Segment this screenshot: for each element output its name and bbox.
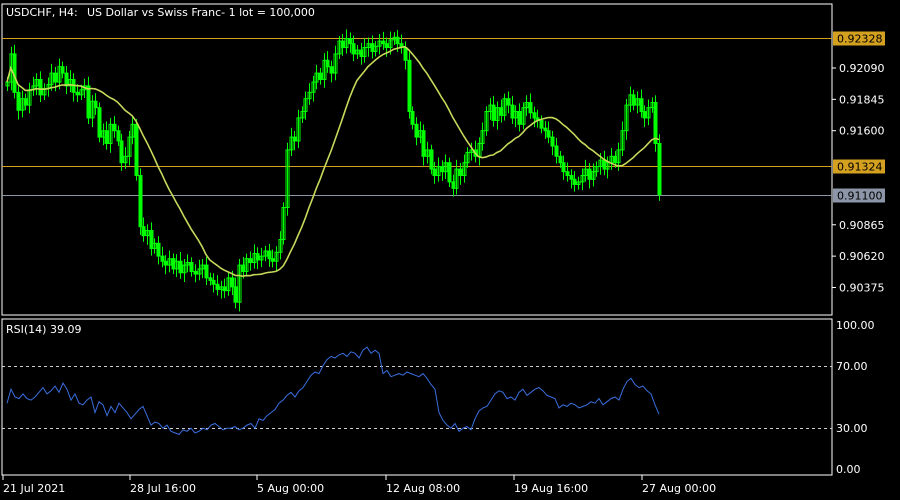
price-ytick-label: 0.90620 [839,250,885,263]
candle-body [222,286,227,292]
candle-body [119,140,124,164]
rsi-ytick-label: 100.00 [836,319,875,332]
candle-body [193,270,198,275]
candle-body [639,98,644,113]
candle-body [558,155,563,164]
candle-body [255,253,260,261]
candle-body [156,242,161,257]
candle-body [75,91,80,96]
candle-body [587,168,592,180]
candle-body [138,174,143,228]
candle-body [506,98,511,106]
candle-body [569,174,574,180]
candle-body [64,72,69,87]
rsi-ytick-label: 70.00 [836,360,868,373]
rsi-title: RSI(14) 39.09 [6,323,81,336]
chart-header-description: US Dollar vs Swiss Franc- 1 lot = 100,00… [87,6,315,19]
candle-body [407,59,412,113]
xtick-label: 19 Aug 16:00 [514,482,588,495]
candle-body [546,130,551,138]
price-level-label: 0.91324 [837,161,883,174]
rsi-line [6,346,660,435]
candle-body [215,283,220,290]
candle-body [554,145,559,157]
price-ytick-label: 0.91845 [839,93,885,106]
candle-body [432,168,437,176]
rsi-pane-frame [1,318,833,476]
candle-body [348,38,353,45]
candle-body [414,123,419,138]
candle-body [458,168,463,176]
candle-body [38,79,43,96]
candle-body [178,260,183,274]
candle-body [561,162,566,173]
candle-body [112,123,117,132]
candle-body [23,98,28,106]
candle-body [384,43,389,49]
candle-body [163,260,168,266]
candle-body [642,111,647,119]
price-level-label: 0.92328 [837,33,883,46]
candle-body [93,100,98,109]
xtick-label: 12 Aug 08:00 [386,482,460,495]
candle-body [631,94,636,106]
candle-body [141,226,146,237]
candle-body [267,250,272,260]
candle-body [134,123,139,176]
xtick-label: 27 Aug 00:00 [642,482,716,495]
candle-body [528,102,533,114]
rsi-ytick-label: 0.00 [836,463,861,476]
price-level-label: 0.91100 [837,190,883,203]
candle-body [657,143,662,196]
candle-body [211,279,216,285]
candle-body [532,112,537,119]
candle-body [572,178,577,185]
price-ytick-label: 0.90865 [839,219,885,232]
candle-body [318,72,323,81]
candle-body [565,171,570,176]
price-ytick-label: 0.90375 [839,281,885,294]
candle-body [329,66,334,74]
candle-body [539,119,544,129]
candle-body [292,136,297,142]
xtick-label: 21 Jul 2021 [3,482,65,495]
candle-body [16,91,21,111]
candle-body [410,111,415,125]
price-ytick-label: 0.91600 [839,125,885,138]
candle-body [86,85,91,119]
candle-body [97,107,102,138]
rsi-ytick-label: 30.00 [836,422,868,435]
candle-body [270,258,275,262]
candle-body [230,277,235,288]
xtick-label: 5 Aug 00:00 [257,482,324,495]
price-ytick-label: 0.92090 [839,62,885,75]
candle-body [53,72,58,83]
candle-body [60,66,65,74]
candle-body [325,59,330,68]
candle-body [653,102,658,145]
candle-body [429,149,434,170]
candle-body [340,40,345,49]
trading-chart[interactable]: 0.92328 0.91324 0.91100 0.92090 0.91845 0.91… [0,0,900,500]
candle-body [403,47,408,61]
chart-header-symbol: USDCHF, H4: [6,6,78,19]
candle-body [189,262,194,272]
candle-body [160,255,165,262]
candle-body [248,258,253,264]
candle-body [421,130,426,157]
xtick-label: 28 Jul 16:00 [130,482,196,495]
candle-body [517,111,522,125]
candle-body [550,136,555,147]
candle-body [116,130,121,142]
candle-body [395,36,400,45]
candle-body [104,130,109,145]
candle-body [447,162,452,183]
candle-body [351,43,356,55]
candle-body [204,264,209,279]
candle-body [233,286,238,303]
candle-body [491,104,496,121]
